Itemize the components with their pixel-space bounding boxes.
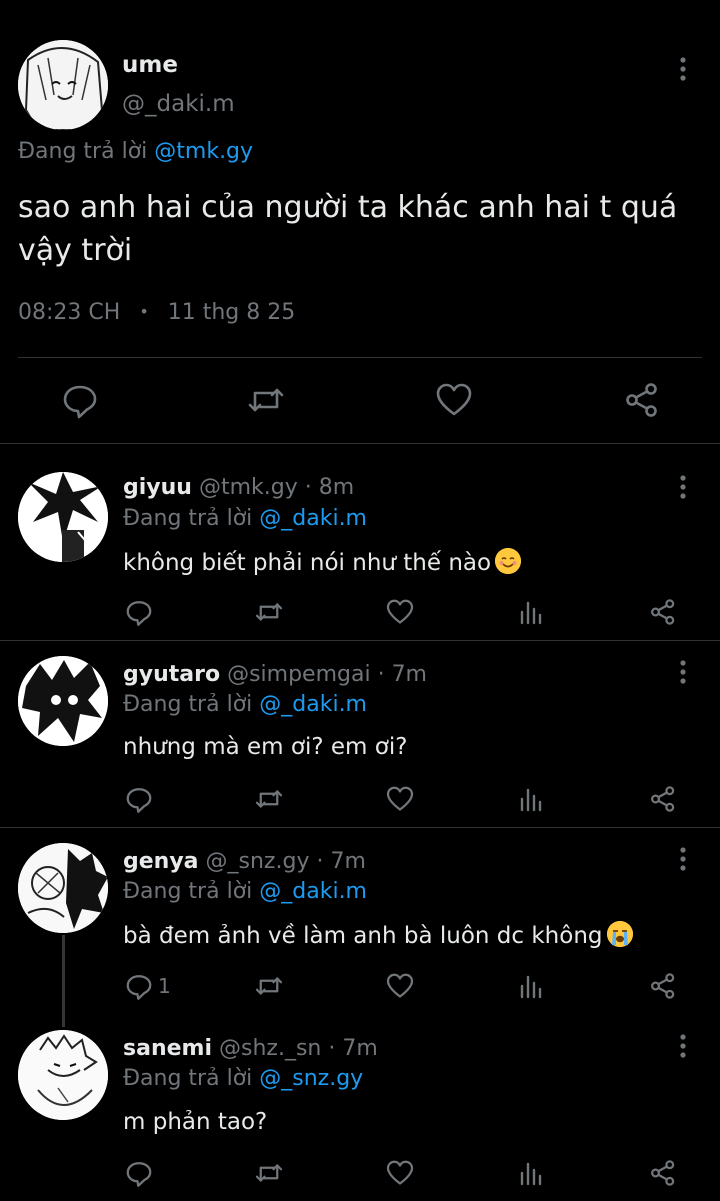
retweet-icon[interactable] — [254, 784, 284, 814]
like-icon[interactable] — [385, 971, 415, 1001]
share-icon[interactable] — [648, 784, 678, 814]
replying-to: Đang trả lời @_daki.m — [123, 692, 367, 717]
reply-to-link[interactable]: @tmk.gy — [154, 139, 253, 164]
reply-count: 1 — [158, 974, 171, 998]
share-icon[interactable] — [648, 597, 678, 627]
loudly-crying-emoji — [606, 921, 633, 947]
more-options-icon[interactable] — [672, 846, 694, 874]
more-options-icon[interactable] — [672, 659, 694, 687]
handle[interactable]: @_daki.m — [122, 91, 235, 117]
timestamp: · 7m — [377, 662, 427, 687]
reply-prefix: Đang trả lời — [123, 1066, 253, 1091]
reply-prefix: Đang trả lời — [123, 506, 253, 531]
avatar[interactable] — [18, 40, 108, 130]
handle[interactable]: @tmk.gy — [199, 475, 298, 500]
more-options-icon[interactable] — [672, 56, 694, 84]
display-name[interactable]: sanemi — [123, 1036, 212, 1061]
reply-header: gyutaro @simpemgai · 7m — [123, 662, 427, 687]
reply-to-link[interactable]: @_snz.gy — [259, 1066, 363, 1091]
avatar[interactable] — [18, 1030, 108, 1120]
display-name[interactable]: gyutaro — [123, 662, 220, 687]
reply-icon[interactable] — [124, 597, 154, 627]
replying-to: Đang trả lời @_snz.gy — [123, 1066, 363, 1091]
retweet-icon[interactable] — [246, 380, 286, 420]
like-icon[interactable] — [434, 380, 474, 420]
reply-to-link[interactable]: @_daki.m — [259, 692, 367, 717]
timestamp: · 7m — [328, 1036, 378, 1061]
share-icon[interactable] — [648, 971, 678, 1001]
reply-prefix: Đang trả lời — [123, 692, 253, 717]
reply-tweet[interactable]: sanemi @shz._sn · 7m Đang trả lời @_snz.… — [0, 1014, 720, 1201]
handle[interactable]: @_snz.gy — [206, 849, 310, 874]
share-icon[interactable] — [622, 380, 662, 420]
views-icon[interactable] — [517, 784, 547, 814]
handle[interactable]: @shz._sn — [219, 1036, 321, 1061]
avatar[interactable] — [18, 656, 108, 746]
tweet-text-content: bà đem ảnh về làm anh bà luôn dc không — [123, 923, 603, 949]
divider — [18, 357, 702, 358]
share-icon[interactable] — [648, 1158, 678, 1188]
replying-to: Đang trả lời @_daki.m — [123, 506, 367, 531]
timestamp: · 8m — [304, 475, 355, 500]
reply-tweet[interactable]: giyuu @tmk.gy · 8m Đang trả lời @_daki.m… — [0, 444, 720, 640]
tweet-date: 11 thg 8 25 — [167, 300, 296, 325]
replying-to: Đang trả lời @_daki.m — [123, 879, 367, 904]
views-icon[interactable] — [517, 971, 547, 1001]
tweet-text: bà đem ảnh về làm anh bà luôn dc không — [123, 921, 633, 949]
like-icon[interactable] — [385, 1158, 415, 1188]
display-name[interactable]: genya — [123, 849, 199, 874]
tweet-text: m phản tao? — [123, 1109, 268, 1135]
tweet-meta: 08:23 CH • 11 thg 8 25 — [18, 300, 295, 325]
reply-to-link[interactable]: @_daki.m — [259, 506, 367, 531]
replying-to: Đang trả lời @tmk.gy — [18, 139, 253, 164]
views-icon[interactable] — [517, 1158, 547, 1188]
reply-prefix: Đang trả lời — [123, 879, 253, 904]
tweet-text: nhưng mà em ơi? em ơi? — [123, 734, 408, 760]
more-options-icon[interactable] — [672, 1033, 694, 1061]
display-name[interactable]: giyuu — [123, 475, 192, 500]
meta-separator: • — [139, 302, 149, 321]
retweet-icon[interactable] — [254, 1158, 284, 1188]
display-name[interactable]: ume — [122, 52, 178, 78]
reply-icon[interactable] — [124, 971, 154, 1001]
reply-icon[interactable] — [124, 1158, 154, 1188]
views-icon[interactable] — [517, 597, 547, 627]
timestamp: · 7m — [316, 849, 366, 874]
reply-tweet[interactable]: gyutaro @simpemgai · 7m Đang trả lời @_d… — [0, 641, 720, 827]
tweet-text: sao anh hai của người ta khác anh hai t … — [18, 190, 678, 268]
reply-to-link[interactable]: @_daki.m — [259, 879, 367, 904]
reply-header: giyuu @tmk.gy · 8m — [123, 475, 354, 500]
reply-header: sanemi @shz._sn · 7m — [123, 1036, 378, 1061]
reply-icon[interactable] — [60, 380, 100, 420]
tweet-text: không biết phải nói như thế nào — [123, 548, 522, 576]
reply-header: genya @_snz.gy · 7m — [123, 849, 366, 874]
smiling-blush-emoji — [495, 548, 522, 574]
like-icon[interactable] — [385, 784, 415, 814]
reply-tweet[interactable]: genya @_snz.gy · 7m Đang trả lời @_daki.… — [0, 828, 720, 1014]
tweet-text-content: không biết phải nói như thế nào — [123, 550, 492, 576]
main-tweet: ume @_daki.m Đang trả lời @tmk.gy sao an… — [0, 0, 720, 443]
avatar[interactable] — [18, 472, 108, 562]
handle[interactable]: @simpemgai — [227, 662, 371, 687]
avatar[interactable] — [18, 843, 108, 933]
retweet-icon[interactable] — [254, 597, 284, 627]
more-options-icon[interactable] — [672, 474, 694, 502]
retweet-icon[interactable] — [254, 971, 284, 1001]
reply-prefix: Đang trả lời — [18, 139, 148, 164]
like-icon[interactable] — [385, 597, 415, 627]
reply-icon[interactable] — [124, 784, 154, 814]
tweet-time: 08:23 CH — [18, 300, 121, 325]
